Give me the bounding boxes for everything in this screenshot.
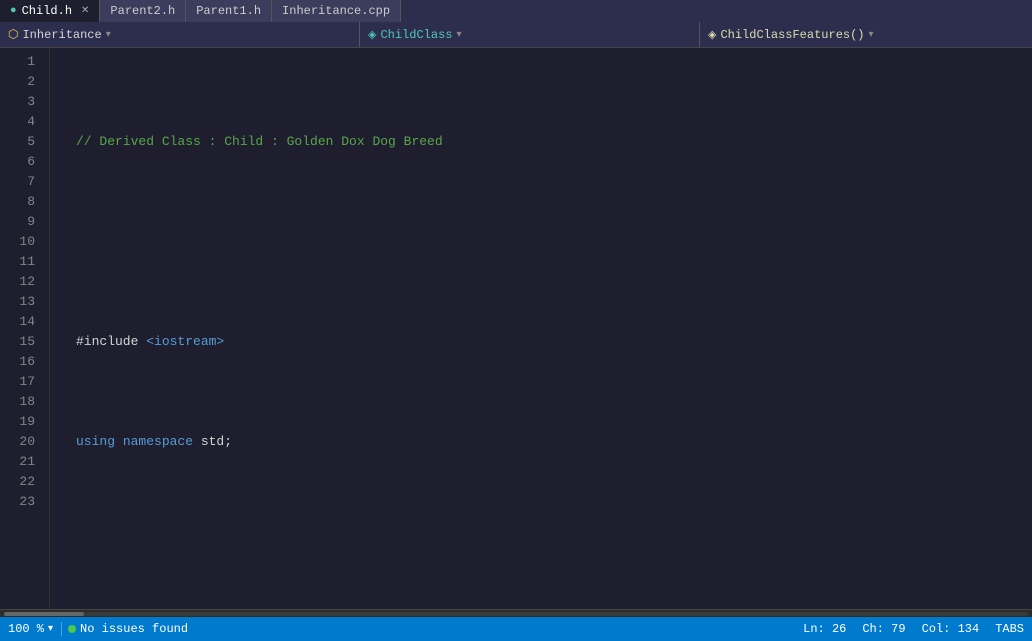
line-num-19: 19 — [0, 412, 41, 432]
tab-label: Parent2.h — [110, 4, 175, 18]
zoom-arrow: ▾ — [48, 623, 53, 635]
line-num-14: 14 — [0, 312, 41, 332]
toolbar: ⬡ Inheritance ▾ ◈ ChildClass ▾ ◈ ChildCl… — [0, 22, 1032, 48]
code-include: #include — [76, 332, 146, 352]
method-icon: ◈ — [708, 28, 716, 42]
zoom-text: 100 % — [8, 622, 44, 636]
code-std: std; — [201, 432, 232, 452]
code-line-2 — [62, 232, 1032, 252]
tab-inheritance-cpp[interactable]: Inheritance.cpp — [272, 0, 401, 22]
line-num-7: 7 — [0, 172, 41, 192]
line-num-16: 16 — [0, 352, 41, 372]
scroll-track[interactable] — [4, 612, 1028, 616]
code-line-4: using namespace std; — [62, 432, 1032, 452]
status-ln: Ln: 26 — [803, 622, 846, 636]
tab-icon: ● — [10, 5, 17, 17]
breadcrumb-class[interactable]: ◈ ChildClass ▾ — [360, 22, 700, 47]
tab-label: Child.h — [22, 4, 72, 18]
line-num-10: 10 — [0, 232, 41, 252]
tab-bar: ● Child.h ✕ Parent2.h Parent1.h Inherita… — [0, 0, 1032, 22]
line-numbers: 1 2 3 4 5 6 7 8 9 10 11 12 13 14 15 16 1… — [0, 48, 50, 609]
method-name: ChildClassFeatures() — [720, 28, 864, 42]
tab-close-icon[interactable]: ✕ — [81, 5, 89, 17]
tab-label: Parent1.h — [196, 4, 261, 18]
line-num-13: 13 — [0, 292, 41, 312]
line-num-17: 17 — [0, 372, 41, 392]
issues-text: No issues found — [80, 622, 188, 636]
line-num-20: 20 — [0, 432, 41, 452]
tab-label: Inheritance.cpp — [282, 4, 390, 18]
line-num-3: 3 — [0, 92, 41, 112]
editor: 1 2 3 4 5 6 7 8 9 10 11 12 13 14 15 16 1… — [0, 48, 1032, 609]
tab-parent2-h[interactable]: Parent2.h — [100, 0, 186, 22]
line-num-9: 9 — [0, 212, 41, 232]
zoom-level[interactable]: 100 % ▾ — [8, 622, 62, 636]
line-num-8: 8 — [0, 192, 41, 212]
code-comment-1: // Derived Class : Child : Golden Dox Do… — [76, 132, 443, 152]
project-name: Inheritance — [22, 28, 101, 42]
breadcrumb-method[interactable]: ◈ ChildClassFeatures() ▾ — [700, 22, 1032, 47]
line-num-5: 5 — [0, 132, 41, 152]
line-num-15: 15 — [0, 332, 41, 352]
issues-indicator[interactable]: No issues found — [68, 622, 188, 636]
scroll-thumb[interactable] — [4, 612, 84, 616]
code-area[interactable]: // Derived Class : Child : Golden Dox Do… — [50, 48, 1032, 609]
line-num-1: 1 — [0, 52, 41, 72]
code-using: using — [76, 432, 123, 452]
issues-dot-icon — [68, 625, 76, 633]
code-line-1: // Derived Class : Child : Golden Dox Do… — [62, 132, 1032, 152]
line-num-21: 21 — [0, 452, 41, 472]
line-num-18: 18 — [0, 392, 41, 412]
line-num-12: 12 — [0, 272, 41, 292]
method-dropdown-icon[interactable]: ▾ — [869, 29, 874, 41]
project-icon: ⬡ — [8, 27, 18, 42]
class-dropdown-icon[interactable]: ▾ — [456, 29, 461, 41]
line-num-23: 23 — [0, 492, 41, 512]
tab-child-h[interactable]: ● Child.h ✕ — [0, 0, 100, 22]
status-tabs[interactable]: TABS — [995, 622, 1024, 636]
code-namespace-kw: namespace — [123, 432, 201, 452]
line-num-4: 4 — [0, 112, 41, 132]
breadcrumb-dropdown-icon[interactable]: ▾ — [106, 29, 111, 41]
breadcrumb-project[interactable]: ⬡ Inheritance ▾ — [0, 22, 360, 47]
status-right: Ln: 26 Ch: 79 Col: 134 TABS — [803, 622, 1024, 636]
status-ch: Ch: 79 — [862, 622, 905, 636]
code-line-5 — [62, 532, 1032, 552]
class-name: ChildClass — [380, 28, 452, 42]
code-line-3: #include <iostream> — [62, 332, 1032, 352]
tab-parent1-h[interactable]: Parent1.h — [186, 0, 272, 22]
status-col: Col: 134 — [922, 622, 980, 636]
line-num-6: 6 — [0, 152, 41, 172]
status-bar: 100 % ▾ No issues found Ln: 26 Ch: 79 Co… — [0, 617, 1032, 641]
line-num-2: 2 — [0, 72, 41, 92]
horizontal-scrollbar[interactable] — [0, 609, 1032, 617]
code-iostream: <iostream> — [146, 332, 224, 352]
class-icon: ◈ — [368, 28, 376, 42]
line-num-11: 11 — [0, 252, 41, 272]
status-left: 100 % ▾ No issues found — [8, 622, 188, 636]
line-num-22: 22 — [0, 472, 41, 492]
